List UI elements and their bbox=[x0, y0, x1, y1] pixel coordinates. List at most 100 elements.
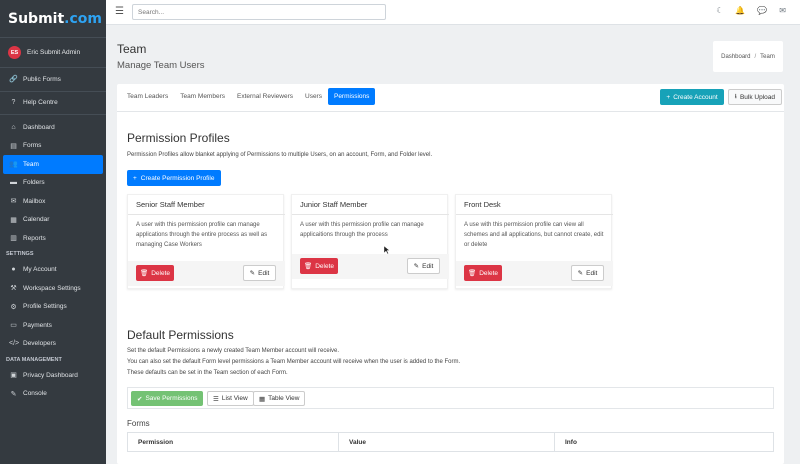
users-icon: 👥 bbox=[9, 161, 18, 169]
breadcrumb-dashboard[interactable]: Dashboard bbox=[721, 54, 750, 60]
profile-description: A use with this permission profile can v… bbox=[464, 222, 604, 248]
profile-name: Front Desk bbox=[464, 200, 501, 209]
create-permission-profile-button[interactable]: + Create Permission Profile bbox=[127, 170, 221, 186]
file-icon: ▤ bbox=[10, 142, 17, 150]
plus-icon: + bbox=[133, 174, 137, 182]
default-permissions-line-2: You can also set the default Form level … bbox=[127, 359, 461, 365]
list-view-button[interactable]: ☰ List View bbox=[207, 391, 254, 406]
edit-icon: ✎ bbox=[577, 270, 584, 277]
mouse-cursor bbox=[384, 246, 390, 255]
delete-button[interactable]: 🗑 Delete bbox=[136, 265, 174, 281]
profile-description: A user with this permission profile can … bbox=[136, 222, 268, 248]
permissions-toolbar: ✔ Save Permissions ☰ List View ▦ Table View bbox=[127, 387, 774, 409]
credit-card-icon: ▭ bbox=[10, 322, 17, 330]
edit-icon: ✎ bbox=[249, 270, 256, 277]
edit-icon: ✎ bbox=[413, 263, 420, 270]
sidebar-item-mailbox[interactable]: ✉ Mailbox bbox=[0, 192, 106, 211]
code-icon: </> bbox=[9, 340, 20, 348]
inbox-icon[interactable]: ✉ bbox=[779, 6, 786, 15]
delete-button[interactable]: 🗑 Delete bbox=[464, 265, 502, 281]
app-logo[interactable]: Submit .com bbox=[0, 0, 106, 37]
breadcrumb: Dashboard / Team bbox=[713, 41, 783, 72]
chart-icon: ▥ bbox=[10, 235, 17, 243]
sidebar-item-developers[interactable]: </> Developers bbox=[0, 335, 106, 354]
trash-icon: 🗑 bbox=[467, 270, 477, 277]
edit-icon: ✎ bbox=[10, 390, 17, 398]
list-icon: ☰ bbox=[213, 395, 219, 403]
calendar-icon: ▦ bbox=[10, 216, 17, 224]
column-info: Info bbox=[565, 438, 577, 446]
tab-permissions[interactable]: Permissions bbox=[327, 88, 376, 105]
link-icon: 🔗 bbox=[9, 76, 18, 84]
profile-description: A user with this permission profile can … bbox=[300, 222, 424, 238]
tab-bar: Team Leaders Team Members External Revie… bbox=[121, 88, 376, 105]
inbox-icon: ✉ bbox=[10, 198, 17, 206]
table-view-button[interactable]: ▦ Table View bbox=[253, 391, 306, 406]
profile-card: Senior Staff Member A user with this per… bbox=[127, 194, 285, 289]
sidebar-item-calendar[interactable]: ▦ Calendar bbox=[0, 211, 106, 230]
sidebar-item-help-centre[interactable]: ? Help Centre bbox=[0, 94, 106, 113]
user-icon: ● bbox=[11, 266, 16, 274]
column-value: Value bbox=[339, 433, 555, 451]
sidebar-item-my-account[interactable]: ● My Account bbox=[0, 261, 106, 280]
top-bar: ☰ ☾ 🔔 💬 ✉ bbox=[106, 0, 800, 25]
avatar: ES bbox=[8, 46, 21, 59]
column-permission: Permission bbox=[128, 433, 339, 451]
search-input[interactable] bbox=[132, 4, 386, 20]
sidebar-item-payments[interactable]: ▭ Payments bbox=[0, 316, 106, 335]
sidebar: Submit .com ES Eric Submit Admin 🔗 Public … bbox=[0, 0, 106, 464]
sidebar-item-folders[interactable]: ▬ Folders bbox=[0, 174, 106, 193]
trash-icon: 🗑 bbox=[303, 263, 313, 270]
edit-button[interactable]: ✎ Edit bbox=[571, 265, 604, 281]
comments-icon[interactable]: 💬 bbox=[757, 6, 767, 15]
bell-icon[interactable]: 🔔 bbox=[735, 6, 745, 15]
window-icon: ▣ bbox=[10, 372, 17, 380]
profile-card: Front Desk A use with this permission pr… bbox=[455, 194, 613, 289]
settings-header: SETTINGS bbox=[6, 251, 34, 257]
sidebar-item-public-forms[interactable]: 🔗 Public Forms bbox=[0, 70, 106, 89]
hamburger-icon[interactable]: ☰ bbox=[115, 6, 124, 17]
sidebar-item-console[interactable]: ✎ Console bbox=[0, 385, 106, 404]
tab-team-leaders[interactable]: Team Leaders bbox=[121, 88, 174, 105]
breadcrumb-current: Team bbox=[760, 53, 775, 60]
moon-icon[interactable]: ☾ bbox=[716, 6, 723, 15]
sidebar-item-workspace-settings[interactable]: ⚒ Workspace Settings bbox=[0, 279, 106, 298]
permission-profiles-title: Permission Profiles bbox=[127, 131, 230, 145]
default-permissions-line-3: These defaults can be set in the Team se… bbox=[127, 370, 288, 376]
edit-button[interactable]: ✎ Edit bbox=[407, 258, 440, 274]
sidebar-item-profile-settings[interactable]: ⚙ Profile Settings bbox=[0, 298, 106, 317]
create-account-button[interactable]: + Create Account bbox=[660, 89, 724, 105]
permissions-table-header: Permission Value Info bbox=[127, 432, 774, 452]
page-subtitle: Manage Team Users bbox=[117, 60, 205, 71]
user-profile[interactable]: ES Eric Submit Admin bbox=[0, 37, 106, 67]
sidebar-item-privacy-dashboard[interactable]: ▣ Privacy Dashboard bbox=[0, 366, 106, 385]
delete-button[interactable]: 🗑 Delete bbox=[300, 258, 338, 274]
tab-external-reviewers[interactable]: External Reviewers bbox=[231, 88, 299, 105]
folder-icon: ▬ bbox=[10, 179, 17, 187]
wrench-icon: ⚒ bbox=[10, 285, 17, 293]
edit-button[interactable]: ✎ Edit bbox=[243, 265, 276, 281]
page-title: Team bbox=[117, 42, 147, 56]
trash-icon: 🗑 bbox=[139, 270, 149, 277]
default-permissions-line-1: Set the default Permissions a newly crea… bbox=[127, 348, 339, 354]
bulk-upload-button[interactable]: ⭳ Bulk Upload bbox=[727, 89, 782, 105]
sidebar-item-dashboard[interactable]: ⌂ Dashboard bbox=[0, 118, 106, 137]
question-icon: ? bbox=[11, 99, 16, 107]
profile-name: Junior Staff Member bbox=[300, 200, 368, 209]
table-icon: ▦ bbox=[259, 395, 266, 403]
permission-profiles-description: Permission Profiles allow blanket applyi… bbox=[127, 152, 433, 158]
data-management-header: DATA MANAGEMENT bbox=[6, 356, 62, 363]
tab-users[interactable]: Users bbox=[299, 88, 328, 105]
sidebar-item-forms[interactable]: ▤ Forms bbox=[0, 137, 106, 156]
plus-icon: + bbox=[666, 93, 671, 101]
tab-team-members[interactable]: Team Members bbox=[174, 88, 231, 105]
forms-label: Forms bbox=[127, 419, 150, 428]
upload-icon: ⭳ bbox=[734, 92, 737, 100]
default-permissions-title: Default Permissions bbox=[127, 328, 234, 342]
user-cog-icon: ⚙ bbox=[10, 303, 17, 311]
sidebar-item-reports[interactable]: ▥ Reports bbox=[0, 229, 106, 248]
profile-name: Senior Staff Member bbox=[136, 200, 205, 209]
save-permissions-button[interactable]: ✔ Save Permissions bbox=[131, 391, 204, 406]
sidebar-item-team[interactable]: 👥 Team bbox=[3, 155, 103, 174]
main-card: Team Leaders Team Members External Revie… bbox=[117, 84, 784, 464]
